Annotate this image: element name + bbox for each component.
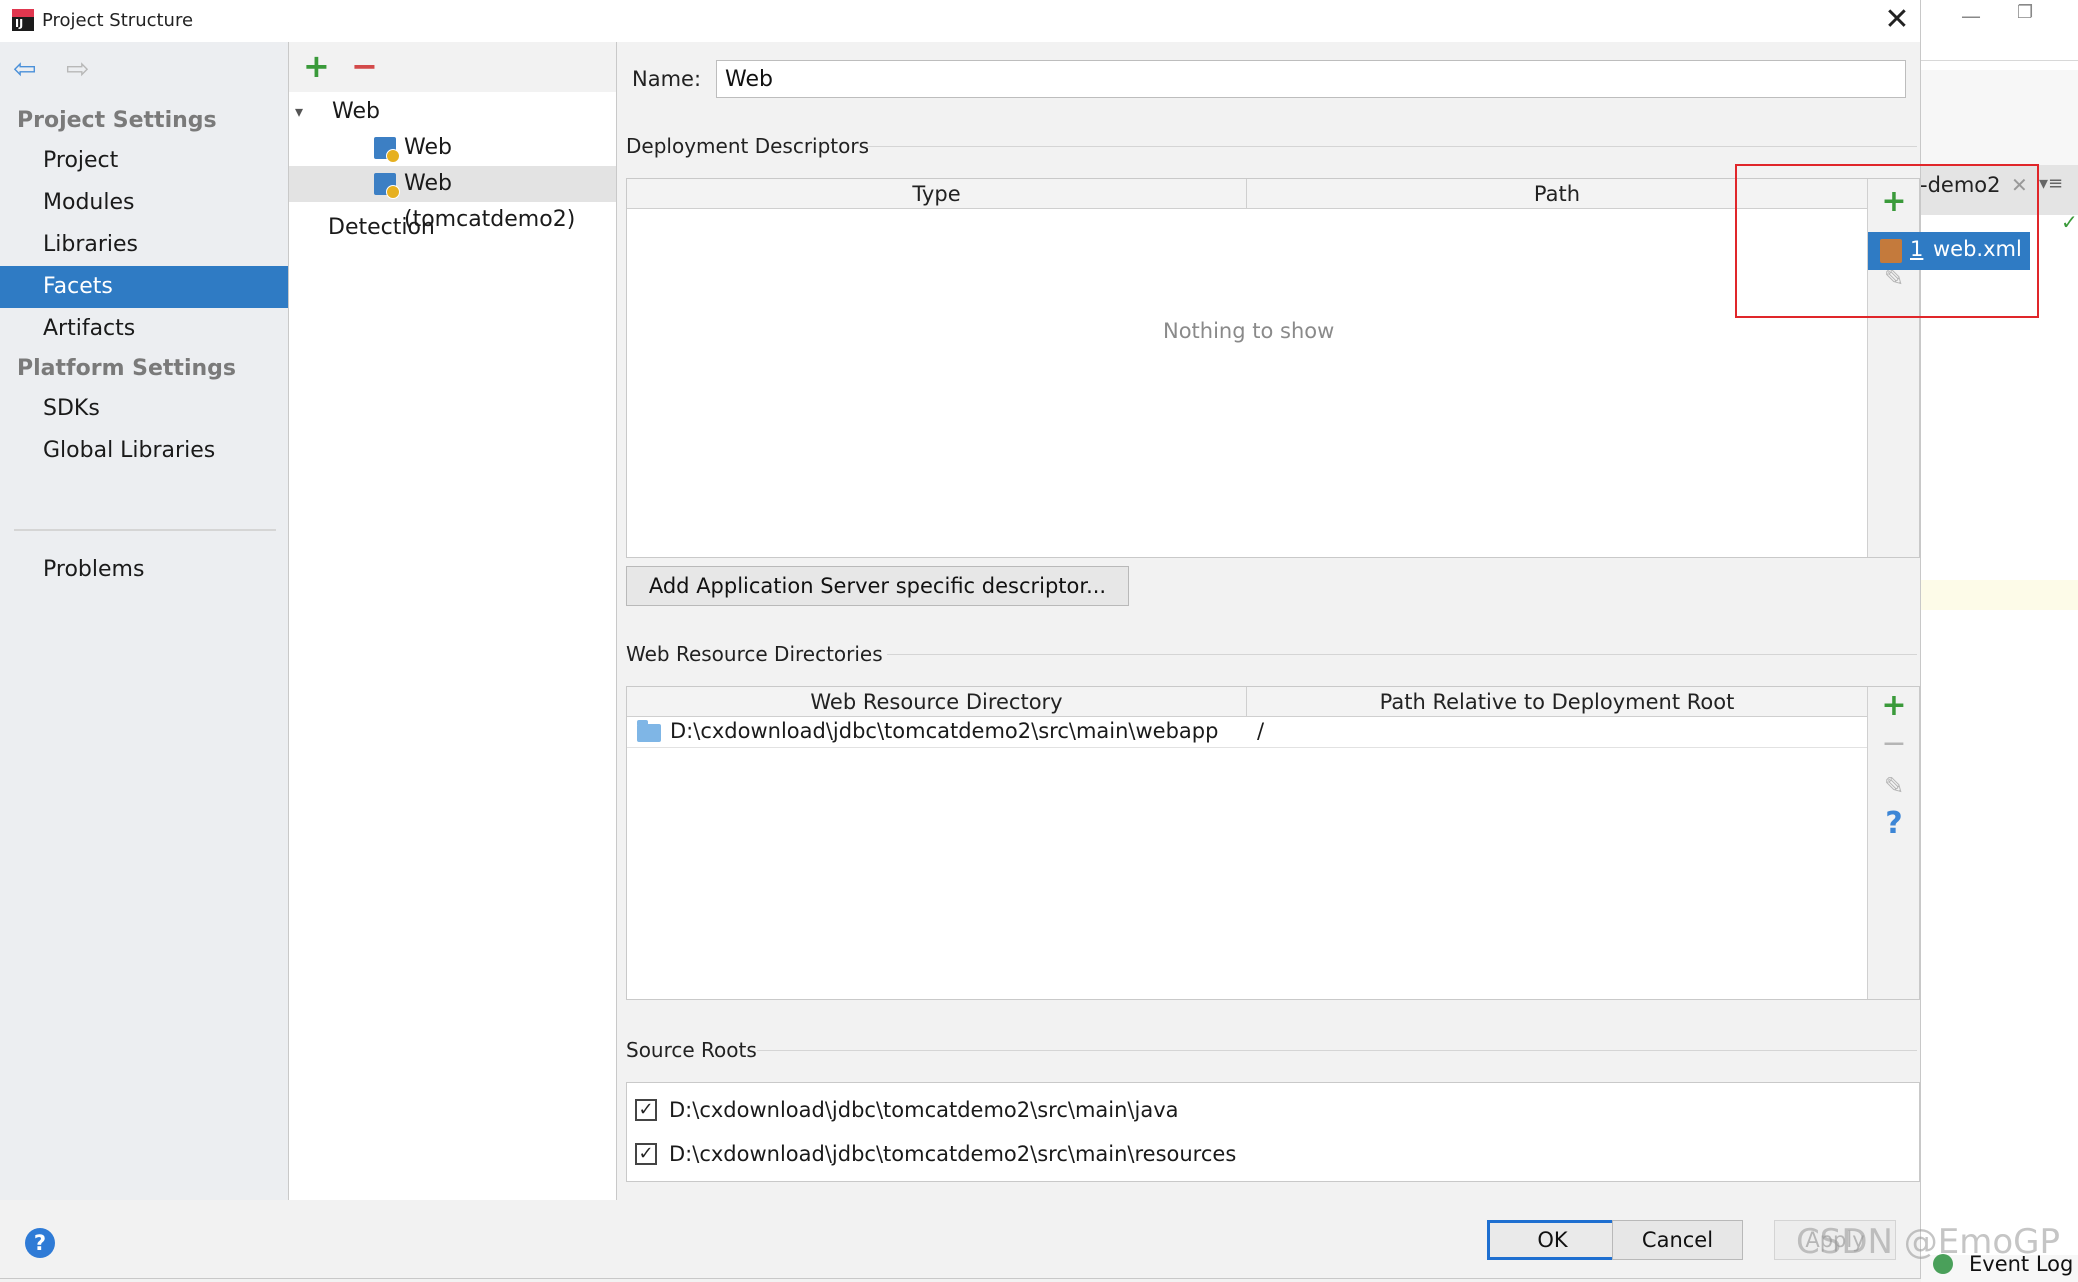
back-arrow-icon[interactable]: ⇦	[13, 54, 36, 84]
tab-list-icon[interactable]: ▾≡	[2039, 173, 2063, 194]
facet-settings-panel: Name: Deployment Descriptors Type Path N…	[617, 42, 1920, 1200]
highlight-annotation-box	[1735, 164, 2039, 318]
tree-node-label: Detection	[328, 215, 435, 240]
column-header-path-relative[interactable]: Path Relative to Deployment Root	[1247, 687, 1867, 717]
intellij-app-icon: IJ	[12, 9, 34, 31]
minimize-icon[interactable]: —	[1961, 4, 1981, 28]
tree-node-label: Web	[332, 99, 380, 124]
source-roots-list: ✓ D:\cxdownload\jdbc\tomcatdemo2\src\mai…	[626, 1082, 1920, 1182]
forward-arrow-icon[interactable]: ⇨	[66, 54, 89, 84]
checkbox-checked-icon[interactable]: ✓	[635, 1099, 657, 1121]
ide-highlighted-line	[1921, 580, 2078, 610]
section-divider	[887, 654, 1917, 655]
project-settings-heading: Project Settings	[17, 108, 217, 133]
nav-item-problems[interactable]: Problems	[0, 549, 288, 591]
nav-item-facets[interactable]: Facets	[0, 266, 288, 308]
nav-item-artifacts[interactable]: Artifacts	[0, 308, 288, 350]
window-title: Project Structure	[42, 10, 194, 31]
name-field[interactable]	[716, 60, 1906, 98]
settings-navigation: ⇦ ⇨ Project Settings Project Modules Lib…	[0, 42, 289, 1200]
web-facet-icon	[374, 137, 400, 163]
nav-item-libraries[interactable]: Libraries	[0, 224, 288, 266]
nav-separator	[14, 529, 276, 531]
title-bar: IJ Project Structure ✕	[0, 0, 1920, 42]
nav-item-global-libraries[interactable]: Global Libraries	[0, 430, 288, 472]
source-root-path: D:\cxdownload\jdbc\tomcatdemo2\src\main\…	[669, 1142, 1237, 1166]
list-item[interactable]: ✓ D:\cxdownload\jdbc\tomcatdemo2\src\mai…	[627, 1093, 1917, 1129]
web-resource-directory-cell: D:\cxdownload\jdbc\tomcatdemo2\src\main\…	[670, 719, 1219, 743]
nav-item-sdks[interactable]: SDKs	[0, 388, 288, 430]
section-divider	[757, 1050, 1917, 1051]
source-roots-title: Source Roots	[626, 1038, 757, 1062]
deployment-descriptors-title: Deployment Descriptors	[626, 134, 870, 158]
name-label: Name:	[632, 67, 702, 91]
web-resource-toolbar: + − ✎ ?	[1867, 687, 1919, 999]
close-icon[interactable]: ✕	[1880, 3, 1914, 37]
tree-node-web-tomcatdemo2[interactable]: Web (tomcatdemo2)	[289, 166, 616, 232]
help-question-icon[interactable]: ?	[1868, 807, 1920, 841]
tree-node-detection[interactable]: Detection	[289, 210, 616, 246]
watermark-text: CSDN @EmoGP	[1796, 1222, 2060, 1262]
deployment-descriptors-table[interactable]: Type Path Nothing to show + ✎	[626, 178, 1920, 558]
remove-directory-icon[interactable]: −	[1868, 727, 1920, 761]
table-row[interactable]: D:\cxdownload\jdbc\tomcatdemo2\src\main\…	[627, 717, 1867, 748]
path-relative-cell: /	[1257, 719, 1265, 743]
chevron-down-icon[interactable]: ▾	[295, 94, 303, 130]
svg-text:IJ: IJ	[15, 17, 23, 30]
pencil-icon[interactable]: ✎	[1868, 769, 1920, 803]
folder-icon	[637, 720, 661, 742]
checkmark-icon: ✓	[2061, 210, 2078, 234]
ide-divider	[1921, 60, 2078, 61]
platform-settings-heading: Platform Settings	[17, 356, 236, 381]
add-directory-icon[interactable]: +	[1868, 689, 1920, 723]
web-resource-directories-table[interactable]: Web Resource Directory Path Relative to …	[626, 686, 1920, 1000]
project-structure-dialog: IJ Project Structure ✕ ⇦ ⇨ Project Setti…	[0, 0, 1921, 1279]
list-item[interactable]: ✓ D:\cxdownload\jdbc\tomcatdemo2\src\mai…	[627, 1137, 1917, 1173]
nav-item-project[interactable]: Project	[0, 140, 288, 182]
empty-state-text: Nothing to show	[1163, 319, 1335, 343]
ok-button[interactable]: OK	[1487, 1220, 1618, 1260]
restore-icon[interactable]: ❐	[2017, 2, 2033, 23]
section-divider	[867, 146, 1917, 147]
source-root-path: D:\cxdownload\jdbc\tomcatdemo2\src\main\…	[669, 1098, 1179, 1122]
tree-node-web[interactable]: ▾ Web	[289, 94, 616, 130]
facet-tree-panel: + − ▾ Web Web (tomcatdemo1) Web (tomcatd…	[289, 42, 617, 1200]
web-facet-icon	[374, 173, 400, 199]
tree-toolbar: + −	[289, 42, 616, 92]
web-resource-directories-title: Web Resource Directories	[626, 642, 883, 666]
column-header-type[interactable]: Type	[627, 179, 1247, 209]
remove-facet-icon[interactable]: −	[351, 47, 378, 85]
tree-node-web-tomcatdemo1[interactable]: Web (tomcatdemo1)	[289, 130, 616, 196]
add-facet-icon[interactable]: +	[303, 47, 330, 85]
ide-editor-area	[1921, 215, 2078, 1255]
help-icon[interactable]: ?	[25, 1228, 55, 1258]
checkbox-checked-icon[interactable]: ✓	[635, 1143, 657, 1165]
column-header-web-resource-directory[interactable]: Web Resource Directory	[627, 687, 1247, 717]
cancel-button[interactable]: Cancel	[1612, 1220, 1743, 1260]
nav-item-modules[interactable]: Modules	[0, 182, 288, 224]
add-server-descriptor-button[interactable]: Add Application Server specific descript…	[626, 566, 1129, 606]
